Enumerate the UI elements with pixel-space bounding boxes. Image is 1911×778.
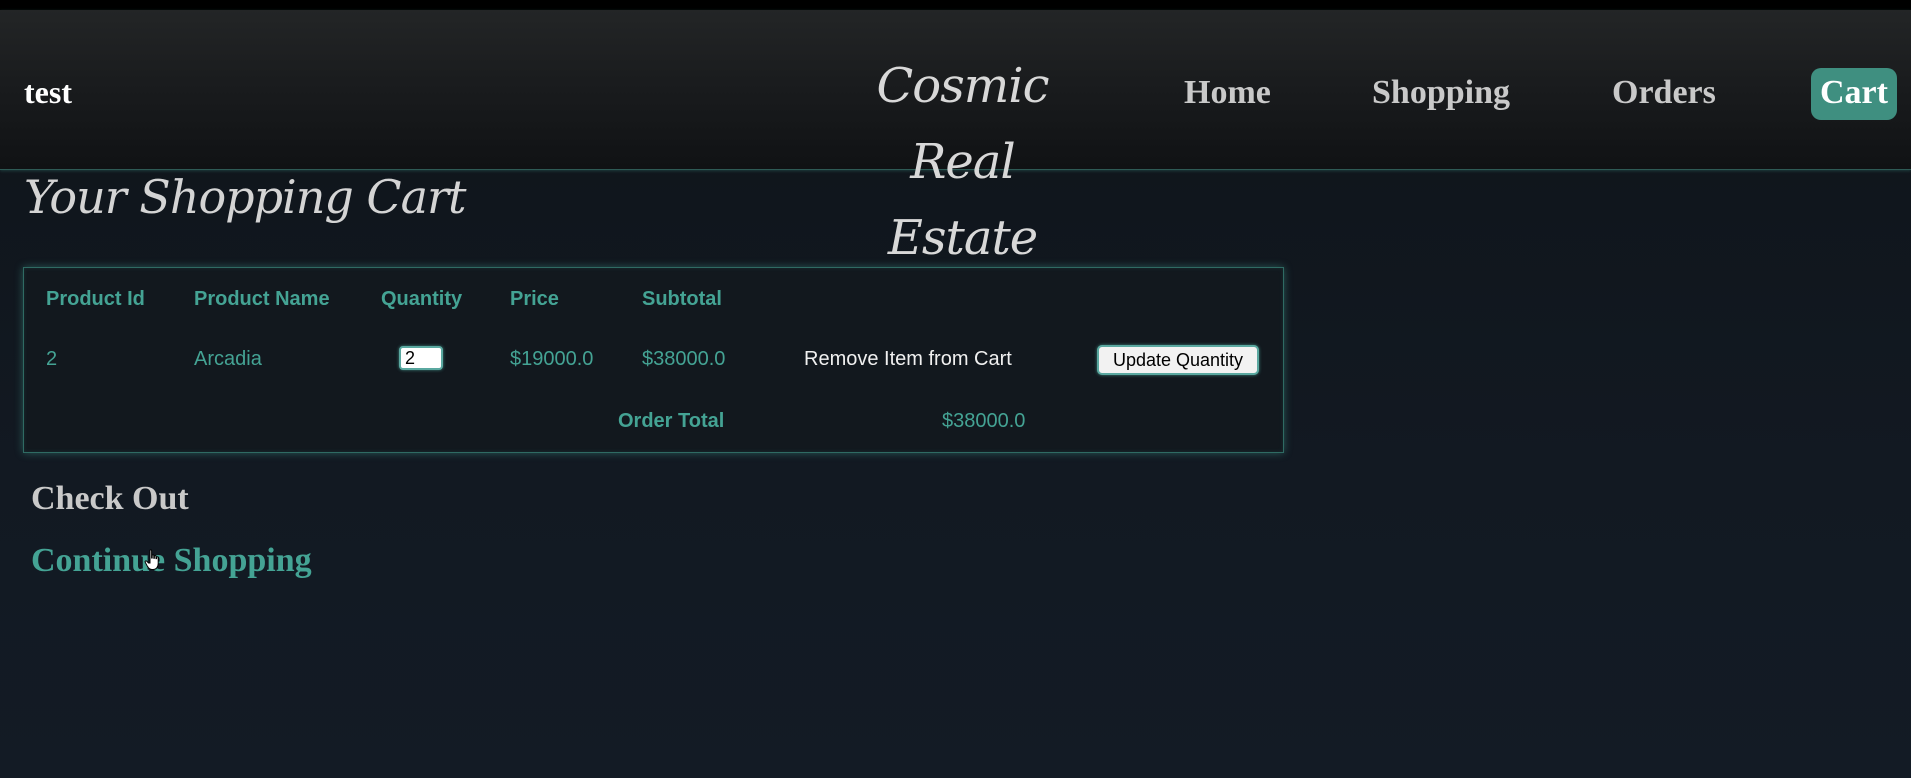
nav-cart-link[interactable]: Cart [1811, 68, 1897, 120]
hand-pointer-icon [144, 549, 159, 570]
header-price: Price [510, 288, 559, 310]
row-product-name: Arcadia [194, 348, 262, 370]
cart-table: Product Id Product Name Quantity Price S… [23, 267, 1284, 453]
checkout-link[interactable]: Check Out [31, 480, 189, 518]
quantity-input[interactable] [399, 346, 443, 370]
nav-home-link[interactable]: Home [1184, 74, 1271, 112]
user-name-link[interactable]: test [24, 74, 72, 111]
order-total-label: Order Total [618, 410, 725, 432]
header-product-name: Product Name [194, 288, 330, 310]
row-price: $19000.0 [510, 348, 594, 370]
remove-item-link[interactable]: Remove Item from Cart [804, 348, 1012, 371]
continue-shopping-link[interactable]: Continue Shopping [31, 542, 312, 580]
site-title: Cosmic Real Estate [876, 58, 1049, 266]
page-title: Your Shopping Cart [24, 170, 467, 224]
row-product-id: 2 [46, 348, 58, 370]
nav-shopping-link[interactable]: Shopping [1372, 74, 1510, 112]
order-total-value: $38000.0 [942, 410, 1026, 432]
navbar: test Cosmic Real Estate Home Shopping Or… [0, 10, 1911, 266]
top-bar-strip [0, 0, 1911, 10]
header-product-id: Product Id [46, 288, 145, 310]
header-subtotal: Subtotal [642, 288, 722, 310]
row-subtotal: $38000.0 [642, 348, 726, 370]
header-quantity: Quantity [381, 288, 463, 310]
nav-orders-link[interactable]: Orders [1612, 74, 1716, 112]
update-quantity-button[interactable]: Update Quantity [1097, 345, 1259, 375]
